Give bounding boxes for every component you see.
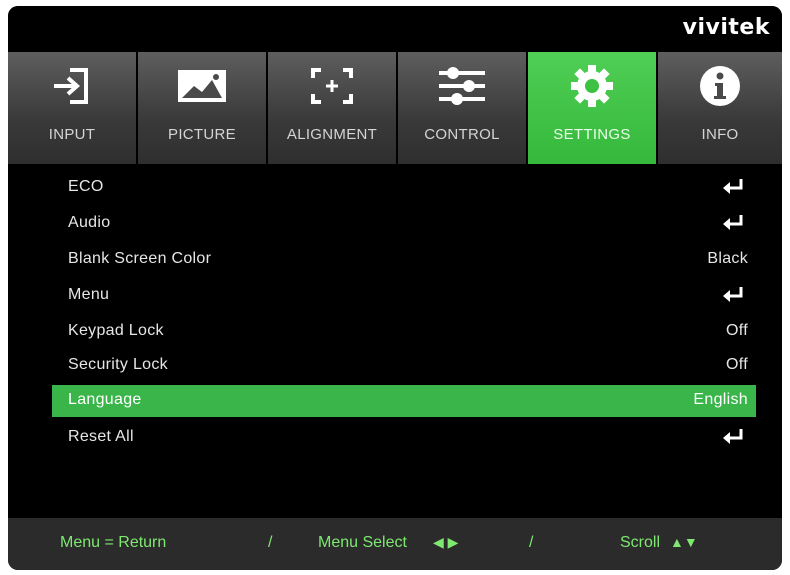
tab-input[interactable]: INPUT bbox=[8, 52, 136, 164]
tab-label: SETTINGS bbox=[553, 126, 631, 143]
enter-icon bbox=[723, 287, 743, 302]
tab-settings[interactable]: SETTINGS bbox=[528, 52, 656, 164]
menu-item-value: Off bbox=[726, 356, 748, 373]
tab-label: INFO bbox=[701, 126, 739, 143]
menu-item-label: Security Lock bbox=[68, 356, 168, 373]
menu-item-label: Language bbox=[68, 391, 142, 408]
menu-item-security-lock[interactable]: Security Lock Off bbox=[52, 350, 756, 382]
menu-item-keypad-lock[interactable]: Keypad Lock Off bbox=[52, 316, 756, 348]
gear-icon bbox=[528, 58, 656, 114]
menu-item-eco[interactable]: ECO bbox=[52, 172, 756, 204]
menu-item-label: Reset All bbox=[68, 428, 134, 445]
tab-label: ALIGNMENT bbox=[286, 126, 378, 143]
left-right-arrows-icon: ◀ ▶ bbox=[433, 534, 459, 550]
up-down-arrows-icon: ▲▼ bbox=[670, 534, 698, 550]
return-hint: Menu = Return bbox=[60, 534, 167, 551]
top-bar: vivitek bbox=[8, 6, 782, 50]
settings-menu-list: ECO Audio Blank Screen Color Black Menu bbox=[8, 166, 782, 516]
menu-item-blank-screen-color[interactable]: Blank Screen Color Black bbox=[52, 244, 756, 276]
menu-item-language[interactable]: Language English bbox=[52, 385, 756, 417]
enter-icon bbox=[723, 179, 743, 194]
tab-control[interactable]: CONTROL bbox=[398, 52, 526, 164]
menu-item-label: Audio bbox=[68, 214, 111, 231]
separator: / bbox=[268, 534, 273, 551]
alignment-icon bbox=[268, 58, 396, 114]
menu-item-label: Keypad Lock bbox=[68, 322, 164, 339]
tab-alignment[interactable]: ALIGNMENT bbox=[268, 52, 396, 164]
menu-item-reset-all[interactable]: Reset All bbox=[52, 422, 756, 454]
osd-menu-window: vivitek INPUT PICTURE ALIGNMENT CONTROL … bbox=[8, 6, 782, 570]
control-sliders-icon bbox=[398, 58, 526, 114]
select-hint: Menu Select bbox=[318, 534, 407, 551]
tab-label: PICTURE bbox=[168, 126, 236, 143]
menu-item-label: ECO bbox=[68, 178, 104, 195]
tab-info[interactable]: INFO bbox=[658, 52, 782, 164]
menu-item-value: English bbox=[693, 391, 748, 408]
enter-icon bbox=[723, 429, 743, 444]
tab-label: CONTROL bbox=[424, 126, 500, 143]
tab-bar: INPUT PICTURE ALIGNMENT CONTROL SETTINGS… bbox=[8, 52, 782, 164]
info-icon bbox=[658, 58, 782, 114]
brand-logo: vivitek bbox=[682, 15, 770, 40]
menu-item-label: Menu bbox=[68, 286, 110, 303]
menu-item-value: Off bbox=[726, 322, 748, 339]
footer-hint-bar: Menu = Return / Menu Select ◀ ▶ / Scroll… bbox=[8, 518, 782, 570]
input-icon bbox=[8, 58, 136, 114]
enter-icon bbox=[723, 215, 743, 230]
scroll-hint: Scroll bbox=[620, 534, 661, 551]
separator: / bbox=[529, 534, 534, 551]
picture-icon bbox=[138, 58, 266, 114]
menu-item-menu[interactable]: Menu bbox=[52, 280, 756, 312]
tab-label: INPUT bbox=[48, 126, 96, 143]
menu-item-label: Blank Screen Color bbox=[68, 250, 212, 267]
tab-picture[interactable]: PICTURE bbox=[138, 52, 266, 164]
menu-item-audio[interactable]: Audio bbox=[52, 208, 756, 240]
menu-item-value: Black bbox=[707, 250, 748, 267]
